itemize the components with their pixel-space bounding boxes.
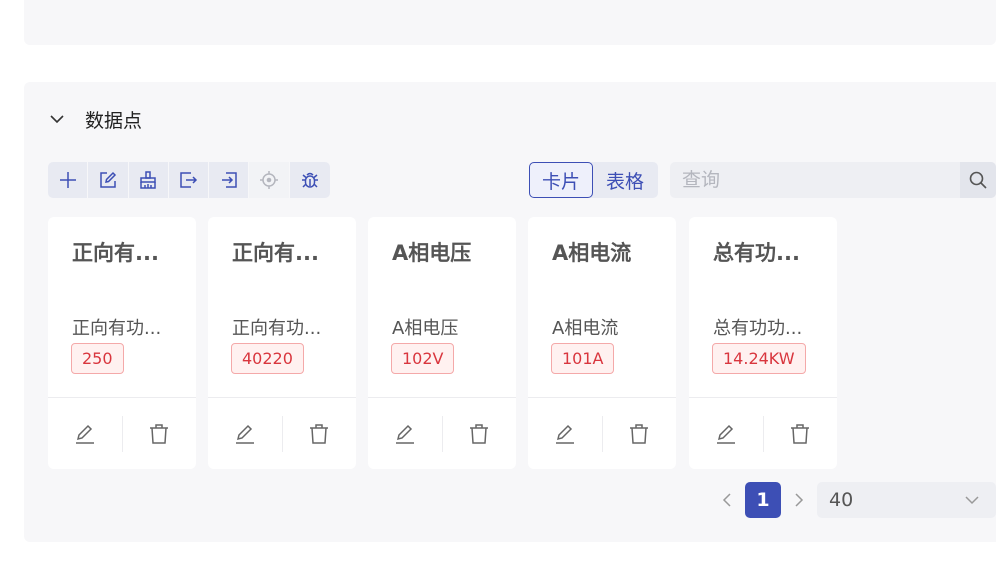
trash-icon [470,424,489,444]
card-actions [689,397,837,470]
section-header: 数据点 [48,104,142,134]
trash-icon [150,424,169,444]
card-edit-button[interactable] [208,416,282,452]
prev-page-button[interactable] [717,482,737,518]
card-delete-button[interactable] [441,416,517,452]
card-description: A相电流 [552,318,619,339]
search-icon [969,171,987,189]
debug-button[interactable] [290,162,330,198]
card-value-badge: 250 [71,343,124,374]
pagination: 1 40 [717,482,996,518]
card-value-badge: 14.24KW [712,343,806,374]
card-actions [208,397,356,470]
add-button[interactable] [48,162,89,198]
search-input[interactable] [670,162,960,198]
pencil-icon [716,424,735,444]
card-value-badge: 40220 [231,343,304,374]
view-toggle: 卡片 表格 [529,162,658,198]
card-actions [528,397,676,470]
card-title: 正向有... [232,241,319,265]
card-edit-button[interactable] [528,416,602,452]
card-delete-button[interactable] [601,416,677,452]
pencil-icon [555,424,574,444]
card-value-badge: 101A [551,343,615,374]
import-button[interactable] [209,162,250,198]
card-description: 正向有功... [232,318,322,339]
pencil-icon [235,424,254,444]
card-description: 正向有功... [72,318,162,339]
card-actions [48,397,196,470]
card-view-button[interactable]: 卡片 [529,162,593,198]
plus-icon [59,172,76,188]
pencil-icon [75,424,94,444]
data-point-card: 正向有... 正向有功... 250 [48,217,196,469]
search-box [670,162,996,198]
trash-icon [310,424,329,444]
data-points-panel: 数据点 卡片 表格 正向 [24,82,996,542]
top-panel [24,0,996,45]
debug-icon [301,172,318,188]
clear-button[interactable] [129,162,169,198]
locate-button[interactable] [249,162,290,198]
chevron-down-icon [965,496,979,505]
card-title: A相电流 [552,241,632,265]
card-title: 正向有... [72,241,159,265]
page-size-value: 40 [829,489,854,511]
section-title: 数据点 [85,109,143,132]
locate-icon [260,171,279,189]
data-point-card: 正向有... 正向有功... 40220 [208,217,356,469]
page-size-select[interactable]: 40 [817,482,996,518]
pencil-icon [395,424,414,444]
data-point-card: A相电流 A相电流 101A [528,217,676,469]
table-view-button[interactable]: 表格 [593,162,657,198]
page-number-button[interactable]: 1 [745,482,781,518]
card-delete-button[interactable] [762,416,838,452]
import-icon [221,172,237,188]
trash-icon [791,424,810,444]
card-edit-button[interactable] [48,416,122,452]
data-point-card: A相电压 A相电压 102V [368,217,516,469]
chevron-left-icon [722,493,731,507]
edit-button[interactable] [88,162,129,198]
card-value-badge: 102V [391,343,455,374]
card-delete-button[interactable] [281,416,357,452]
card-delete-button[interactable] [121,416,197,452]
search-button[interactable] [960,162,996,198]
toolbar [48,162,330,198]
export-button[interactable] [169,162,210,198]
card-edit-button[interactable] [689,416,763,452]
card-edit-button[interactable] [368,416,442,452]
trash-icon [630,424,649,444]
edit-icon [100,171,116,188]
card-title: 总有功... [713,241,800,265]
card-description: 总有功功... [713,318,803,339]
card-actions [368,397,516,470]
data-point-card: 总有功... 总有功功... 14.24KW [689,217,837,469]
card-description: A相电压 [392,318,459,339]
broom-icon [140,171,156,189]
next-page-button[interactable] [789,482,809,518]
card-title: A相电压 [392,241,472,265]
chevron-right-icon [795,493,804,507]
collapse-chevron-icon[interactable] [48,110,66,128]
export-icon [180,172,198,188]
